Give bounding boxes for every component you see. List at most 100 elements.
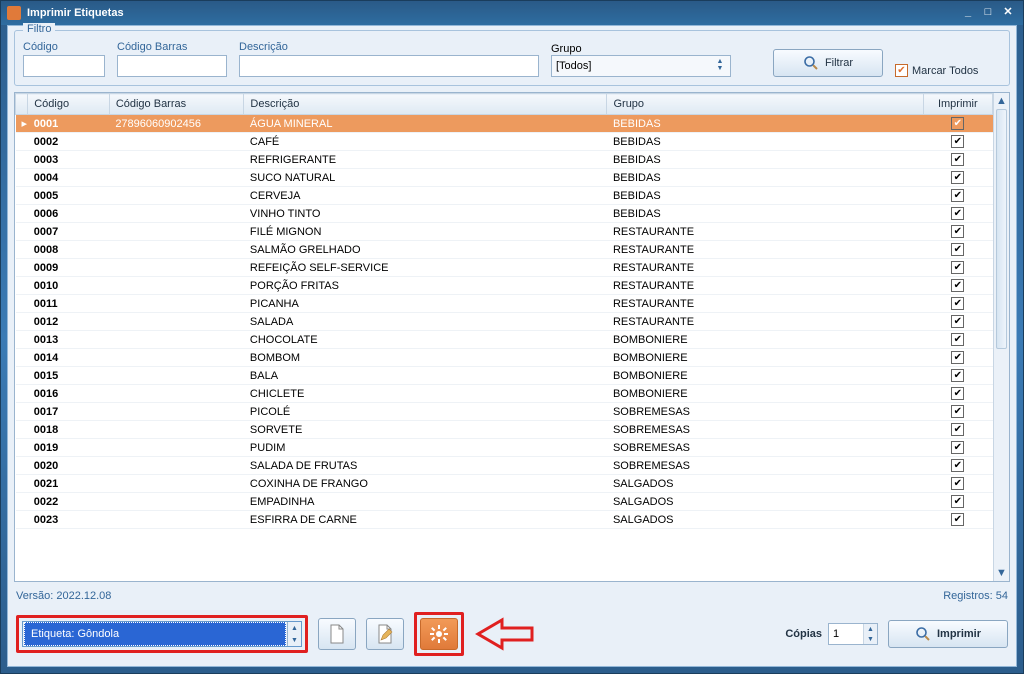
row-checkbox[interactable]: ✔ <box>951 351 964 364</box>
grupo-label: Grupo <box>551 43 731 55</box>
col-descricao[interactable]: Descrição <box>244 94 607 115</box>
table-row[interactable]: 0019PUDIMSOBREMESAS✔ <box>16 439 993 457</box>
row-checkbox[interactable]: ✔ <box>951 225 964 238</box>
row-checkbox[interactable]: ✔ <box>951 405 964 418</box>
cell-imprimir: ✔ <box>923 259 992 277</box>
cell-grupo: RESTAURANTE <box>607 295 923 313</box>
row-checkbox[interactable]: ✔ <box>951 117 964 130</box>
table-row[interactable]: 0016CHICLETEBOMBONIERE✔ <box>16 385 993 403</box>
row-checkbox[interactable]: ✔ <box>951 495 964 508</box>
table-row[interactable]: 0007FILÉ MIGNONRESTAURANTE✔ <box>16 223 993 241</box>
table-row[interactable]: 0006VINHO TINTOBEBIDAS✔ <box>16 205 993 223</box>
cell-codigo-barras <box>109 313 244 331</box>
scroll-up-icon[interactable]: ▲ <box>994 93 1009 109</box>
row-checkbox[interactable]: ✔ <box>951 441 964 454</box>
row-checkbox[interactable]: ✔ <box>951 513 964 526</box>
table-row[interactable]: 0009REFEIÇÃO SELF-SERVICERESTAURANTE✔ <box>16 259 993 277</box>
table-row[interactable]: 0023ESFIRRA DE CARNESALGADOS✔ <box>16 511 993 529</box>
cell-imprimir: ✔ <box>923 115 992 133</box>
new-template-button[interactable] <box>318 618 356 650</box>
cell-codigo: 0001 <box>28 115 110 133</box>
table-row[interactable]: 0017PICOLÉSOBREMESAS✔ <box>16 403 993 421</box>
minimize-button[interactable]: _ <box>959 6 977 20</box>
table-row[interactable]: 0022EMPADINHASALGADOS✔ <box>16 493 993 511</box>
marcar-todos-label: Marcar Todos <box>912 65 978 77</box>
row-checkbox[interactable]: ✔ <box>951 135 964 148</box>
table-row[interactable]: 0012SALADARESTAURANTE✔ <box>16 313 993 331</box>
descricao-input[interactable] <box>239 55 539 77</box>
row-checkbox[interactable]: ✔ <box>951 477 964 490</box>
imprimir-button[interactable]: Imprimir <box>888 620 1008 648</box>
cell-imprimir: ✔ <box>923 133 992 151</box>
filter-groupbox-label: Filtro <box>23 23 55 35</box>
row-marker <box>16 223 28 241</box>
table-row[interactable]: 0011PICANHARESTAURANTE✔ <box>16 295 993 313</box>
filtrar-button-label: Filtrar <box>825 57 853 69</box>
copias-input[interactable] <box>829 624 863 644</box>
cell-grupo: RESTAURANTE <box>607 241 923 259</box>
table-row[interactable]: 0005CERVEJABEBIDAS✔ <box>16 187 993 205</box>
col-grupo[interactable]: Grupo <box>607 94 923 115</box>
scroll-thumb[interactable] <box>996 109 1007 349</box>
col-codigo-barras[interactable]: Código Barras <box>109 94 244 115</box>
row-marker <box>16 151 28 169</box>
cell-codigo: 0002 <box>28 133 110 151</box>
row-checkbox[interactable]: ✔ <box>951 315 964 328</box>
table-row[interactable]: 0021COXINHA DE FRANGOSALGADOS✔ <box>16 475 993 493</box>
table-row[interactable]: 0003REFRIGERANTEBEBIDAS✔ <box>16 151 993 169</box>
cell-imprimir: ✔ <box>923 187 992 205</box>
table-row[interactable]: 0015BALABOMBONIERE✔ <box>16 367 993 385</box>
row-checkbox[interactable]: ✔ <box>951 369 964 382</box>
chevron-down-icon: ▼ <box>714 66 726 73</box>
cell-grupo: BEBIDAS <box>607 187 923 205</box>
cell-grupo: BEBIDAS <box>607 205 923 223</box>
cell-descricao: FILÉ MIGNON <box>244 223 607 241</box>
codigo-barras-input[interactable] <box>117 55 227 77</box>
scroll-track[interactable] <box>994 109 1009 565</box>
close-button[interactable]: ✕ <box>999 6 1017 20</box>
table-row[interactable]: 0010PORÇÃO FRITASRESTAURANTE✔ <box>16 277 993 295</box>
grupo-select[interactable]: [Todos] ▲▼ <box>551 55 731 77</box>
settings-button[interactable] <box>420 618 458 650</box>
filtrar-button[interactable]: Filtrar <box>773 49 883 77</box>
copias-stepper[interactable]: ▲▼ <box>828 623 878 645</box>
row-checkbox[interactable]: ✔ <box>951 297 964 310</box>
chevron-up-icon[interactable]: ▲ <box>864 624 877 634</box>
row-checkbox[interactable]: ✔ <box>951 243 964 256</box>
col-imprimir[interactable]: Imprimir <box>923 94 992 115</box>
table-row[interactable]: 0014BOMBOMBOMBONIERE✔ <box>16 349 993 367</box>
cell-codigo-barras <box>109 475 244 493</box>
row-checkbox[interactable]: ✔ <box>951 261 964 274</box>
table-row[interactable]: 0020SALADA DE FRUTASSOBREMESAS✔ <box>16 457 993 475</box>
col-marker[interactable] <box>16 94 28 115</box>
row-checkbox[interactable]: ✔ <box>951 333 964 346</box>
edit-template-button[interactable] <box>366 618 404 650</box>
row-checkbox[interactable]: ✔ <box>951 171 964 184</box>
scroll-down-icon[interactable]: ▼ <box>994 565 1009 581</box>
cell-grupo: BEBIDAS <box>607 169 923 187</box>
row-checkbox[interactable]: ✔ <box>951 189 964 202</box>
cell-codigo-barras <box>109 205 244 223</box>
chevron-down-icon[interactable]: ▼ <box>864 634 877 644</box>
etiqueta-combo[interactable]: Etiqueta: Gôndola ▲▼ <box>22 621 302 647</box>
vertical-scrollbar[interactable]: ▲ ▼ <box>993 93 1009 581</box>
table-row[interactable]: 0004SUCO NATURALBEBIDAS✔ <box>16 169 993 187</box>
cell-imprimir: ✔ <box>923 313 992 331</box>
row-checkbox[interactable]: ✔ <box>951 387 964 400</box>
row-marker <box>16 367 28 385</box>
maximize-button[interactable]: □ <box>979 6 997 20</box>
row-checkbox[interactable]: ✔ <box>951 279 964 292</box>
marcar-todos-checkbox[interactable]: ✔ Marcar Todos <box>895 64 978 77</box>
table-row[interactable]: 0002CAFÉBEBIDAS✔ <box>16 133 993 151</box>
col-codigo[interactable]: Código <box>28 94 110 115</box>
table-row[interactable]: 0008SALMÃO GRELHADORESTAURANTE✔ <box>16 241 993 259</box>
table-row[interactable]: 0013CHOCOLATEBOMBONIERE✔ <box>16 331 993 349</box>
codigo-input[interactable] <box>23 55 105 77</box>
row-checkbox[interactable]: ✔ <box>951 153 964 166</box>
row-marker <box>16 187 28 205</box>
row-checkbox[interactable]: ✔ <box>951 207 964 220</box>
table-row[interactable]: ▸000127896060902456ÁGUA MINERALBEBIDAS✔ <box>16 115 993 133</box>
table-row[interactable]: 0018SORVETESOBREMESAS✔ <box>16 421 993 439</box>
row-checkbox[interactable]: ✔ <box>951 423 964 436</box>
row-checkbox[interactable]: ✔ <box>951 459 964 472</box>
